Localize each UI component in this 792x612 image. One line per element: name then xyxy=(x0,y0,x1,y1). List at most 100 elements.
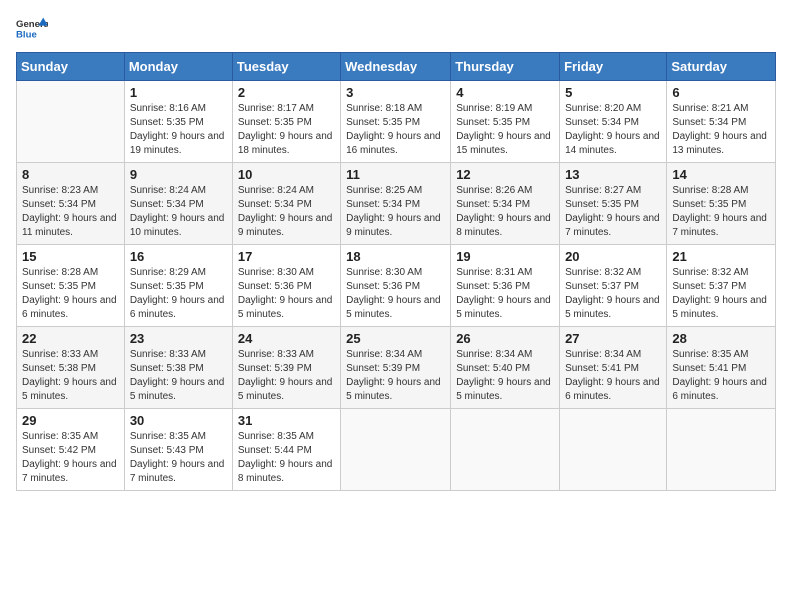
day-info: Sunrise: 8:24 AM Sunset: 5:34 PM Dayligh… xyxy=(130,184,227,240)
calendar-day-cell: 4 Sunrise: 8:19 AM Sunset: 5:35 PM Dayli… xyxy=(451,81,560,163)
calendar-day-cell xyxy=(341,409,451,491)
day-info: Sunrise: 8:21 AM Sunset: 5:34 PM Dayligh… xyxy=(672,102,770,158)
calendar-day-cell: 11 Sunrise: 8:25 AM Sunset: 5:34 PM Dayl… xyxy=(341,163,451,245)
calendar-day-cell: 19 Sunrise: 8:31 AM Sunset: 5:36 PM Dayl… xyxy=(451,245,560,327)
day-info: Sunrise: 8:17 AM Sunset: 5:35 PM Dayligh… xyxy=(238,102,335,158)
calendar-day-cell: 14 Sunrise: 8:28 AM Sunset: 5:35 PM Dayl… xyxy=(667,163,776,245)
calendar-table: SundayMondayTuesdayWednesdayThursdayFrid… xyxy=(16,52,776,491)
calendar-day-cell: 22 Sunrise: 8:33 AM Sunset: 5:38 PM Dayl… xyxy=(17,327,125,409)
calendar-day-cell: 1 Sunrise: 8:16 AM Sunset: 5:35 PM Dayli… xyxy=(124,81,232,163)
day-info: Sunrise: 8:32 AM Sunset: 5:37 PM Dayligh… xyxy=(672,266,770,322)
day-info: Sunrise: 8:25 AM Sunset: 5:34 PM Dayligh… xyxy=(346,184,445,240)
day-number: 30 xyxy=(130,413,227,428)
day-number: 13 xyxy=(565,167,661,182)
day-number: 20 xyxy=(565,249,661,264)
calendar-header-row: SundayMondayTuesdayWednesdayThursdayFrid… xyxy=(17,53,776,81)
calendar-day-cell: 8 Sunrise: 8:23 AM Sunset: 5:34 PM Dayli… xyxy=(17,163,125,245)
day-number: 18 xyxy=(346,249,445,264)
day-number: 26 xyxy=(456,331,554,346)
day-info: Sunrise: 8:16 AM Sunset: 5:35 PM Dayligh… xyxy=(130,102,227,158)
day-info: Sunrise: 8:31 AM Sunset: 5:36 PM Dayligh… xyxy=(456,266,554,322)
day-number: 28 xyxy=(672,331,770,346)
day-number: 6 xyxy=(672,85,770,100)
calendar-day-cell: 15 Sunrise: 8:28 AM Sunset: 5:35 PM Dayl… xyxy=(17,245,125,327)
day-number: 2 xyxy=(238,85,335,100)
day-info: Sunrise: 8:28 AM Sunset: 5:35 PM Dayligh… xyxy=(22,266,119,322)
day-info: Sunrise: 8:27 AM Sunset: 5:35 PM Dayligh… xyxy=(565,184,661,240)
page-header: General Blue xyxy=(16,16,776,40)
day-info: Sunrise: 8:33 AM Sunset: 5:38 PM Dayligh… xyxy=(22,348,119,404)
day-number: 10 xyxy=(238,167,335,182)
calendar-day-header: Tuesday xyxy=(232,53,340,81)
day-info: Sunrise: 8:34 AM Sunset: 5:39 PM Dayligh… xyxy=(346,348,445,404)
day-info: Sunrise: 8:34 AM Sunset: 5:40 PM Dayligh… xyxy=(456,348,554,404)
calendar-day-cell: 30 Sunrise: 8:35 AM Sunset: 5:43 PM Dayl… xyxy=(124,409,232,491)
day-info: Sunrise: 8:19 AM Sunset: 5:35 PM Dayligh… xyxy=(456,102,554,158)
calendar-day-cell: 5 Sunrise: 8:20 AM Sunset: 5:34 PM Dayli… xyxy=(560,81,667,163)
day-info: Sunrise: 8:29 AM Sunset: 5:35 PM Dayligh… xyxy=(130,266,227,322)
calendar-day-header: Thursday xyxy=(451,53,560,81)
day-info: Sunrise: 8:35 AM Sunset: 5:44 PM Dayligh… xyxy=(238,430,335,486)
day-info: Sunrise: 8:33 AM Sunset: 5:39 PM Dayligh… xyxy=(238,348,335,404)
calendar-day-cell: 12 Sunrise: 8:26 AM Sunset: 5:34 PM Dayl… xyxy=(451,163,560,245)
day-number: 1 xyxy=(130,85,227,100)
calendar-day-cell: 21 Sunrise: 8:32 AM Sunset: 5:37 PM Dayl… xyxy=(667,245,776,327)
day-info: Sunrise: 8:35 AM Sunset: 5:43 PM Dayligh… xyxy=(130,430,227,486)
calendar-day-cell: 25 Sunrise: 8:34 AM Sunset: 5:39 PM Dayl… xyxy=(341,327,451,409)
day-number: 14 xyxy=(672,167,770,182)
day-number: 4 xyxy=(456,85,554,100)
day-info: Sunrise: 8:33 AM Sunset: 5:38 PM Dayligh… xyxy=(130,348,227,404)
day-number: 16 xyxy=(130,249,227,264)
calendar-day-cell: 27 Sunrise: 8:34 AM Sunset: 5:41 PM Dayl… xyxy=(560,327,667,409)
day-info: Sunrise: 8:30 AM Sunset: 5:36 PM Dayligh… xyxy=(346,266,445,322)
logo-icon: General Blue xyxy=(16,16,48,40)
calendar-day-header: Wednesday xyxy=(341,53,451,81)
calendar-week-row: 1 Sunrise: 8:16 AM Sunset: 5:35 PM Dayli… xyxy=(17,81,776,163)
day-number: 5 xyxy=(565,85,661,100)
calendar-day-cell: 28 Sunrise: 8:35 AM Sunset: 5:41 PM Dayl… xyxy=(667,327,776,409)
day-number: 11 xyxy=(346,167,445,182)
day-info: Sunrise: 8:34 AM Sunset: 5:41 PM Dayligh… xyxy=(565,348,661,404)
calendar-day-cell: 10 Sunrise: 8:24 AM Sunset: 5:34 PM Dayl… xyxy=(232,163,340,245)
calendar-day-cell: 24 Sunrise: 8:33 AM Sunset: 5:39 PM Dayl… xyxy=(232,327,340,409)
calendar-day-header: Sunday xyxy=(17,53,125,81)
day-info: Sunrise: 8:18 AM Sunset: 5:35 PM Dayligh… xyxy=(346,102,445,158)
day-info: Sunrise: 8:32 AM Sunset: 5:37 PM Dayligh… xyxy=(565,266,661,322)
calendar-day-cell: 26 Sunrise: 8:34 AM Sunset: 5:40 PM Dayl… xyxy=(451,327,560,409)
calendar-day-cell xyxy=(17,81,125,163)
logo: General Blue xyxy=(16,16,52,40)
calendar-day-cell: 20 Sunrise: 8:32 AM Sunset: 5:37 PM Dayl… xyxy=(560,245,667,327)
calendar-day-cell: 13 Sunrise: 8:27 AM Sunset: 5:35 PM Dayl… xyxy=(560,163,667,245)
day-number: 23 xyxy=(130,331,227,346)
calendar-day-cell: 23 Sunrise: 8:33 AM Sunset: 5:38 PM Dayl… xyxy=(124,327,232,409)
day-number: 8 xyxy=(22,167,119,182)
calendar-week-row: 22 Sunrise: 8:33 AM Sunset: 5:38 PM Dayl… xyxy=(17,327,776,409)
day-number: 31 xyxy=(238,413,335,428)
calendar-week-row: 15 Sunrise: 8:28 AM Sunset: 5:35 PM Dayl… xyxy=(17,245,776,327)
calendar-day-header: Saturday xyxy=(667,53,776,81)
day-number: 19 xyxy=(456,249,554,264)
calendar-day-cell: 31 Sunrise: 8:35 AM Sunset: 5:44 PM Dayl… xyxy=(232,409,340,491)
day-number: 12 xyxy=(456,167,554,182)
calendar-day-header: Monday xyxy=(124,53,232,81)
day-number: 25 xyxy=(346,331,445,346)
day-number: 22 xyxy=(22,331,119,346)
day-number: 3 xyxy=(346,85,445,100)
day-info: Sunrise: 8:20 AM Sunset: 5:34 PM Dayligh… xyxy=(565,102,661,158)
calendar-day-cell: 16 Sunrise: 8:29 AM Sunset: 5:35 PM Dayl… xyxy=(124,245,232,327)
calendar-day-cell: 3 Sunrise: 8:18 AM Sunset: 5:35 PM Dayli… xyxy=(341,81,451,163)
day-info: Sunrise: 8:23 AM Sunset: 5:34 PM Dayligh… xyxy=(22,184,119,240)
day-info: Sunrise: 8:26 AM Sunset: 5:34 PM Dayligh… xyxy=(456,184,554,240)
day-number: 27 xyxy=(565,331,661,346)
day-info: Sunrise: 8:35 AM Sunset: 5:41 PM Dayligh… xyxy=(672,348,770,404)
day-info: Sunrise: 8:28 AM Sunset: 5:35 PM Dayligh… xyxy=(672,184,770,240)
day-info: Sunrise: 8:30 AM Sunset: 5:36 PM Dayligh… xyxy=(238,266,335,322)
svg-text:Blue: Blue xyxy=(16,30,37,40)
day-number: 24 xyxy=(238,331,335,346)
calendar-day-cell: 9 Sunrise: 8:24 AM Sunset: 5:34 PM Dayli… xyxy=(124,163,232,245)
day-info: Sunrise: 8:24 AM Sunset: 5:34 PM Dayligh… xyxy=(238,184,335,240)
calendar-day-cell xyxy=(560,409,667,491)
calendar-day-cell: 18 Sunrise: 8:30 AM Sunset: 5:36 PM Dayl… xyxy=(341,245,451,327)
calendar-day-cell: 6 Sunrise: 8:21 AM Sunset: 5:34 PM Dayli… xyxy=(667,81,776,163)
calendar-day-cell: 17 Sunrise: 8:30 AM Sunset: 5:36 PM Dayl… xyxy=(232,245,340,327)
